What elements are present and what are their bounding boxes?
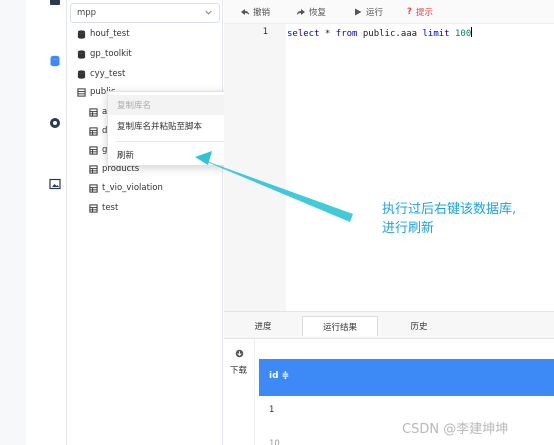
grid-header: id ≑ [259,359,554,396]
schema-icon [77,87,86,97]
column-header-id[interactable]: id ≑ [269,371,289,381]
table-icon [89,164,98,174]
redo-label: 恢复 [309,8,327,18]
editor-toolbar: 撤销 恢复 运行 ? 提示 [224,0,554,24]
table-icon [89,107,98,117]
tree-item-t_vio_violation[interactable]: t_vio_violation [89,180,163,196]
chevron-down-icon [205,10,212,15]
database-icon [77,69,86,79]
tab-run-results[interactable]: 运行结果 [302,316,378,336]
sql-keyword-limit: limit [422,29,450,39]
sql-keyword-select: select [287,29,320,39]
question-icon: ? [407,7,412,17]
download-label: 下载 [230,366,248,376]
sql-table-name: public.aaa [357,29,423,39]
redo-icon [297,9,305,15]
redo-button[interactable]: 恢复 [296,5,326,19]
tree-item-label: gp_toolkit [90,49,132,59]
run-label: 运行 [366,8,384,18]
results-tabs: 进度 运行结果 历史 [224,311,554,339]
database-select-value: mpp [77,8,97,18]
undo-icon [241,9,249,15]
database-icon [77,29,86,39]
tab-progress[interactable]: 进度 [234,316,292,336]
table-icon [89,203,98,213]
tree-item-test[interactable]: test [89,200,118,216]
table-icon [89,183,98,193]
table-icon[interactable] [49,0,61,10]
table-icon [89,126,98,136]
hint-button[interactable]: ? 提示 [407,5,433,19]
table-icon [89,145,98,155]
tree-item-label: houf_test [90,29,130,39]
tree-item-houf_test[interactable]: houf_test [77,26,130,42]
tree-item-label: cyy_test [90,69,126,79]
text-cursor [471,27,473,37]
table-row: 1 [269,405,275,415]
context-menu-divider [116,141,236,142]
gear-icon[interactable] [49,117,61,129]
database-icon[interactable] [49,55,61,67]
tab-history[interactable]: 历史 [388,316,450,336]
annotation-text: 执行过后右键该数据库, 进行刷新 [382,200,552,238]
tree-item-label: test [102,203,119,213]
tree-item-gp_toolkit[interactable]: gp_toolkit [77,46,132,62]
play-icon [355,8,362,16]
left-rail [0,0,67,445]
database-select[interactable]: mpp [70,3,220,23]
editor-gutter: 1 [224,24,286,311]
watermark: CSDN @李建坤坤 [402,422,509,437]
download-button[interactable]: 下载 [224,339,254,445]
undo-label: 撤销 [253,8,271,18]
sql-editor[interactable]: select * from public.aaa limit 100 [286,24,554,311]
hint-label: 提示 [415,8,433,18]
rail-edge [0,0,26,445]
sql-line: select * from public.aaa limit 100 [287,27,473,39]
run-button[interactable]: 运行 [353,5,383,19]
sql-limit-value: 100 [455,29,472,39]
undo-button[interactable]: 撤销 [240,5,270,19]
annotation-line-1: 执行过后右键该数据库, [382,202,517,217]
image-icon[interactable] [49,178,61,190]
tree-item-label: t_vio_violation [102,183,163,193]
annotation-line-2: 进行刷新 [382,221,435,236]
sql-star: * [319,29,336,39]
database-icon [77,49,86,59]
sql-keyword-from: from [335,29,358,39]
line-number: 1 [262,27,268,37]
table-row: 10 [269,439,280,445]
download-icon [235,349,244,358]
tree-item-cyy_test[interactable]: cyy_test [77,66,125,82]
